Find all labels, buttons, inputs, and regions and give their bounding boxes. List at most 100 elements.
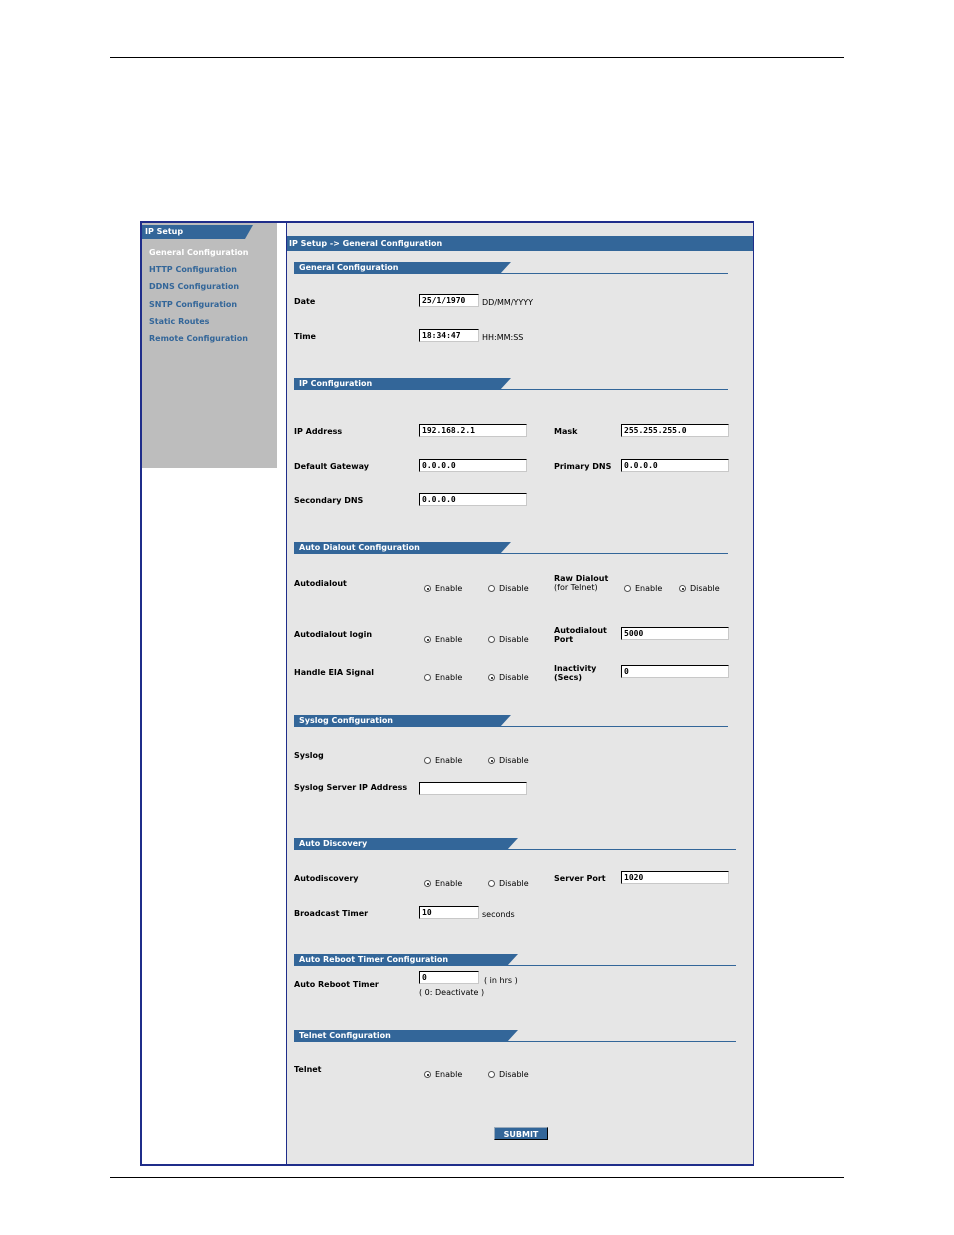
broadcast-timer-unit: seconds <box>482 910 515 919</box>
mask-input[interactable]: 255.255.255.0 <box>621 424 729 437</box>
radio-selected-icon <box>488 674 495 681</box>
sidebar-item-sntp-configuration[interactable]: SNTP Configuration <box>149 300 237 309</box>
submit-button[interactable]: SUBMIT <box>494 1127 548 1140</box>
autodialout-port-label-line2: Port <box>554 635 574 644</box>
radio-selected-icon <box>488 757 495 764</box>
section-divider <box>500 389 728 390</box>
radio-unselected-icon <box>488 1071 495 1078</box>
auto-reboot-timer-label: Auto Reboot Timer <box>294 980 379 989</box>
sidebar-header: IP Setup <box>142 225 253 239</box>
radio-label: Disable <box>499 673 529 682</box>
syslog-disable-radio[interactable]: Disable <box>488 750 529 765</box>
autodialout-port-label: Autodialout <box>554 626 607 635</box>
section-title: Auto Dialout Configuration <box>294 542 511 554</box>
radio-unselected-icon <box>424 757 431 764</box>
autodialout-enable-radio[interactable]: Enable <box>424 578 462 593</box>
section-divider <box>500 553 728 554</box>
time-label: Time <box>294 332 316 341</box>
radio-unselected-icon <box>488 585 495 592</box>
login-disable-radio[interactable]: Disable <box>488 629 529 644</box>
raw-dialout-disable-radio[interactable]: Disable <box>679 578 720 593</box>
ip-address-input[interactable]: 192.168.2.1 <box>419 424 527 437</box>
server-port-label: Server Port <box>554 874 606 883</box>
section-divider <box>500 273 728 274</box>
handle-eia-signal-label: Handle EIA Signal <box>294 668 374 677</box>
radio-label: Disable <box>499 584 529 593</box>
mask-label: Mask <box>554 427 578 436</box>
auto-reboot-timer-unit: ( in hrs ) <box>484 976 518 985</box>
section-divider <box>507 1041 736 1042</box>
auto-reboot-timer-note: ( 0: Deactivate ) <box>419 988 485 997</box>
secondary-dns-input[interactable]: 0.0.0.0 <box>419 493 527 506</box>
autodialout-label: Autodialout <box>294 579 347 588</box>
default-gateway-label: Default Gateway <box>294 462 369 471</box>
autodialout-port-input[interactable]: 5000 <box>621 627 729 640</box>
sidebar-item-http-configuration[interactable]: HTTP Configuration <box>149 265 237 274</box>
radio-selected-icon <box>424 1071 431 1078</box>
radio-label: Disable <box>499 1070 529 1079</box>
raw-dialout-sublabel: (for Telnet) <box>554 583 598 592</box>
ip-setup-window: IP Setup General Configuration HTTP Conf… <box>140 221 754 1166</box>
syslog-label: Syslog <box>294 751 324 760</box>
radio-label: Enable <box>435 584 463 593</box>
radio-label: Enable <box>635 584 663 593</box>
inactivity-label: Inactivity <box>554 664 597 673</box>
syslog-enable-radio[interactable]: Enable <box>424 750 462 765</box>
server-port-input[interactable]: 1020 <box>621 871 729 884</box>
section-title: General Configuration <box>294 262 511 274</box>
date-input[interactable]: 25/1/1970 <box>419 294 479 307</box>
syslog-server-ip-input[interactable] <box>419 782 527 795</box>
time-format-hint: HH:MM:SS <box>482 333 524 342</box>
radio-label: Disable <box>690 584 720 593</box>
radio-selected-icon <box>424 585 431 592</box>
primary-dns-label: Primary DNS <box>554 462 612 471</box>
section-divider <box>500 726 728 727</box>
broadcast-timer-label: Broadcast Timer <box>294 909 369 918</box>
radio-label: Enable <box>435 1070 463 1079</box>
primary-dns-input[interactable]: 0.0.0.0 <box>621 459 729 472</box>
inactivity-input[interactable]: 0 <box>621 665 729 678</box>
radio-unselected-icon <box>424 674 431 681</box>
secondary-dns-label: Secondary DNS <box>294 496 364 505</box>
radio-label: Enable <box>435 756 463 765</box>
radio-selected-icon <box>679 585 686 592</box>
broadcast-timer-input[interactable]: 10 <box>419 906 479 919</box>
section-title: Auto Reboot Timer Configuration <box>294 954 518 966</box>
telnet-enable-radio[interactable]: Enable <box>424 1064 462 1079</box>
eia-enable-radio[interactable]: Enable <box>424 667 462 682</box>
autodialout-login-label: Autodialout login <box>294 630 373 639</box>
raw-dialout-label: Raw Dialout <box>554 574 609 583</box>
syslog-server-ip-label: Syslog Server IP Address <box>294 783 408 792</box>
eia-disable-radio[interactable]: Disable <box>488 667 529 682</box>
page-bottom-rule <box>110 1177 844 1178</box>
auto-reboot-timer-input[interactable]: 0 <box>419 971 479 984</box>
sidebar-item-static-routes[interactable]: Static Routes <box>149 317 209 326</box>
ip-address-label: IP Address <box>294 427 343 436</box>
radio-label: Disable <box>499 756 529 765</box>
radio-selected-icon <box>424 880 431 887</box>
section-title: Auto Discovery <box>294 838 518 850</box>
time-input[interactable]: 18:34:47 <box>419 329 479 342</box>
date-label: Date <box>294 297 316 306</box>
login-enable-radio[interactable]: Enable <box>424 629 462 644</box>
telnet-disable-radio[interactable]: Disable <box>488 1064 529 1079</box>
telnet-label: Telnet <box>294 1065 322 1074</box>
autodiscovery-enable-radio[interactable]: Enable <box>424 873 462 888</box>
sidebar-item-general-configuration[interactable]: General Configuration <box>149 248 249 257</box>
autodialout-disable-radio[interactable]: Disable <box>488 578 529 593</box>
radio-label: Enable <box>435 879 463 888</box>
section-divider <box>507 965 736 966</box>
autodiscovery-label: Autodiscovery <box>294 874 359 883</box>
autodiscovery-disable-radio[interactable]: Disable <box>488 873 529 888</box>
section-title: IP Configuration <box>294 378 511 390</box>
sidebar: IP Setup General Configuration HTTP Conf… <box>142 223 277 468</box>
radio-selected-icon <box>424 636 431 643</box>
sidebar-item-remote-configuration[interactable]: Remote Configuration <box>149 334 248 343</box>
breadcrumb: IP Setup -> General Configuration <box>287 236 753 251</box>
radio-label: Enable <box>435 635 463 644</box>
radio-unselected-icon <box>624 585 631 592</box>
sidebar-item-ddns-configuration[interactable]: DDNS Configuration <box>149 282 239 291</box>
default-gateway-input[interactable]: 0.0.0.0 <box>419 459 527 472</box>
raw-dialout-enable-radio[interactable]: Enable <box>624 578 662 593</box>
section-title: Syslog Configuration <box>294 715 511 727</box>
